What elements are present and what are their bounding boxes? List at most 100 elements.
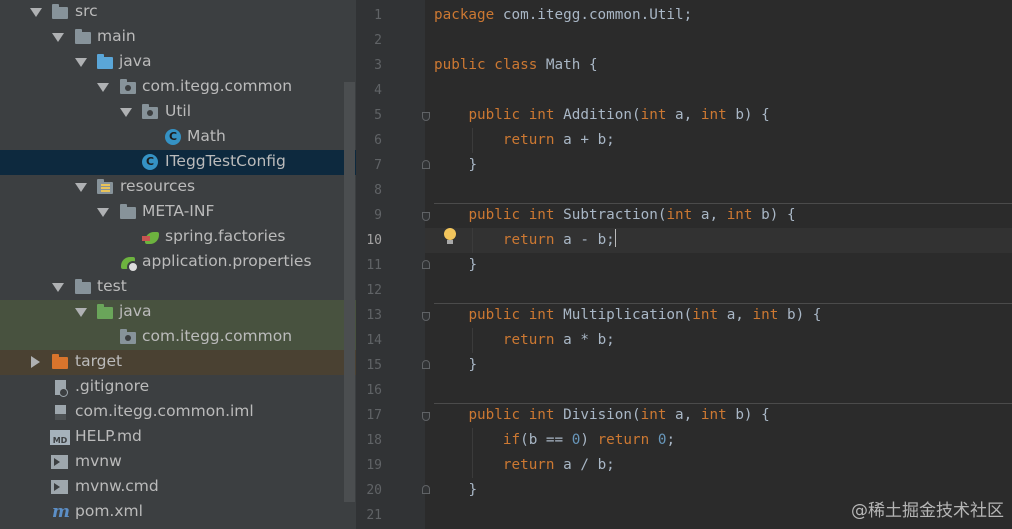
tree-item-label: java bbox=[119, 302, 152, 320]
tree-item-gitignore[interactable]: .gitignore bbox=[0, 375, 356, 400]
expand-arrow-icon[interactable] bbox=[75, 58, 87, 67]
fold-marker-icon[interactable] bbox=[422, 212, 430, 221]
tree-item-label: main bbox=[97, 27, 136, 45]
line-number: 21 bbox=[366, 508, 382, 523]
line-number-gutter: 1 2 3 4 5 6 7 8 9 10 11 12 13 14 15 16 1… bbox=[356, 0, 425, 529]
code-line-7: } bbox=[468, 157, 478, 173]
tree-item-label: application.properties bbox=[142, 252, 312, 270]
spring-factories-icon bbox=[142, 232, 159, 244]
fold-marker-icon[interactable] bbox=[422, 312, 430, 321]
tree-item-pom-xml[interactable]: m pom.xml bbox=[0, 500, 356, 525]
line-number: 1 bbox=[374, 8, 382, 23]
expand-arrow-icon[interactable] bbox=[75, 183, 87, 192]
folder-icon bbox=[52, 4, 68, 19]
line-number: 18 bbox=[366, 433, 382, 448]
class-icon: C bbox=[142, 154, 158, 170]
expand-arrow-icon[interactable] bbox=[52, 283, 64, 292]
code-line-10: return a - b; bbox=[434, 228, 616, 253]
tree-item-application-properties[interactable]: application.properties bbox=[0, 250, 356, 275]
tree-item-label: mvnw bbox=[75, 452, 122, 470]
package-icon bbox=[120, 329, 136, 344]
tree-item-help-md[interactable]: MD HELP.md bbox=[0, 425, 356, 450]
tree-item-label: mvnw.cmd bbox=[75, 477, 159, 495]
line-number: 2 bbox=[374, 33, 382, 48]
line-number: 17 bbox=[366, 408, 382, 423]
line-number: 19 bbox=[366, 458, 382, 473]
code-line-13: public int Multiplication(int a, int b) … bbox=[468, 307, 822, 323]
line-number: 15 bbox=[366, 358, 382, 373]
tree-item-test[interactable]: test bbox=[0, 275, 356, 300]
expand-arrow-icon[interactable] bbox=[120, 108, 132, 117]
code-line-5: public int Addition(int a, int b) { bbox=[468, 107, 770, 123]
fold-marker-icon[interactable] bbox=[422, 112, 430, 121]
tree-item-meta-inf[interactable]: META-INF bbox=[0, 200, 356, 225]
tree-item-label: ITeggTestConfig bbox=[165, 152, 286, 170]
line-number: 5 bbox=[374, 108, 382, 123]
line-number: 8 bbox=[374, 183, 382, 198]
code-line-6: return a + b; bbox=[502, 132, 615, 148]
code-line-11: } bbox=[468, 257, 478, 273]
tree-item-test-java[interactable]: java bbox=[0, 300, 356, 325]
markdown-file-icon: MD bbox=[50, 430, 70, 445]
tree-item-label: src bbox=[75, 2, 98, 20]
folder-icon bbox=[120, 204, 136, 219]
tree-item-iml[interactable]: com.itegg.common.iml bbox=[0, 400, 356, 425]
maven-icon: m bbox=[52, 502, 70, 522]
tree-item-test-package-common[interactable]: com.itegg.common bbox=[0, 325, 356, 350]
line-number: 4 bbox=[374, 83, 382, 98]
fold-marker-icon[interactable] bbox=[422, 360, 430, 369]
tree-item-label: test bbox=[97, 277, 127, 295]
expand-arrow-icon[interactable] bbox=[97, 83, 109, 92]
terminal-file-icon bbox=[51, 480, 68, 494]
expand-arrow-icon[interactable] bbox=[30, 8, 42, 17]
tree-item-java[interactable]: java bbox=[0, 50, 356, 75]
line-number: 13 bbox=[366, 308, 382, 323]
tree-item-package-util[interactable]: Util bbox=[0, 100, 356, 125]
collapse-arrow-icon[interactable] bbox=[31, 356, 40, 368]
line-number: 7 bbox=[374, 158, 382, 173]
expand-arrow-icon[interactable] bbox=[75, 308, 87, 317]
code-editor[interactable]: 1 2 3 4 5 6 7 8 9 10 11 12 13 14 15 16 1… bbox=[356, 0, 1012, 529]
line-number: 20 bbox=[366, 483, 382, 498]
line-number: 9 bbox=[374, 208, 382, 223]
tree-item-spring-factories[interactable]: spring.factories bbox=[0, 225, 356, 250]
tree-scrollbar[interactable] bbox=[344, 82, 355, 502]
tree-item-package-common[interactable]: com.itegg.common bbox=[0, 75, 356, 100]
code-line-15: } bbox=[468, 357, 478, 373]
folder-icon bbox=[75, 29, 91, 44]
source-folder-icon bbox=[97, 54, 113, 69]
tree-item-mvnw-cmd[interactable]: mvnw.cmd bbox=[0, 475, 356, 500]
tree-item-mvnw[interactable]: mvnw bbox=[0, 450, 356, 475]
line-number: 14 bbox=[366, 333, 382, 348]
line-number: 11 bbox=[366, 258, 382, 273]
package-icon bbox=[120, 79, 136, 94]
code-line-9: public int Subtraction(int a, int b) { bbox=[468, 207, 796, 223]
class-icon: C bbox=[165, 129, 181, 145]
tree-item-resources[interactable]: resources bbox=[0, 175, 356, 200]
code-line-18: if(b == 0) return 0; bbox=[502, 432, 676, 448]
tree-item-label: com.itegg.common bbox=[142, 77, 293, 95]
fold-marker-icon[interactable] bbox=[422, 412, 430, 421]
tree-item-label: META-INF bbox=[142, 202, 215, 220]
tree-item-src[interactable]: src bbox=[0, 0, 356, 25]
fold-marker-icon[interactable] bbox=[422, 160, 430, 169]
line-number: 3 bbox=[374, 58, 382, 73]
fold-marker-icon[interactable] bbox=[422, 485, 430, 494]
tree-item-class-math[interactable]: C Math bbox=[0, 125, 356, 150]
code-line-17: public int Division(int a, int b) { bbox=[468, 407, 770, 423]
package-icon bbox=[142, 104, 158, 119]
code-line-14: return a * b; bbox=[502, 332, 615, 348]
tree-item-label: Math bbox=[187, 127, 226, 145]
tree-item-class-iteggtestconfig[interactable]: C ITeggTestConfig bbox=[0, 150, 356, 175]
tree-item-label: com.itegg.common.iml bbox=[75, 402, 254, 420]
line-number: 6 bbox=[374, 133, 382, 148]
fold-marker-icon[interactable] bbox=[422, 260, 430, 269]
gitignore-file-icon bbox=[55, 380, 68, 397]
project-tree-panel: src main java com.itegg.common Util C Ma… bbox=[0, 0, 356, 529]
tree-item-target[interactable]: target bbox=[0, 350, 356, 375]
expand-arrow-icon[interactable] bbox=[52, 33, 64, 42]
expand-arrow-icon[interactable] bbox=[97, 208, 109, 217]
tree-item-main[interactable]: main bbox=[0, 25, 356, 50]
folder-icon bbox=[75, 279, 91, 294]
spring-properties-icon bbox=[121, 257, 139, 273]
